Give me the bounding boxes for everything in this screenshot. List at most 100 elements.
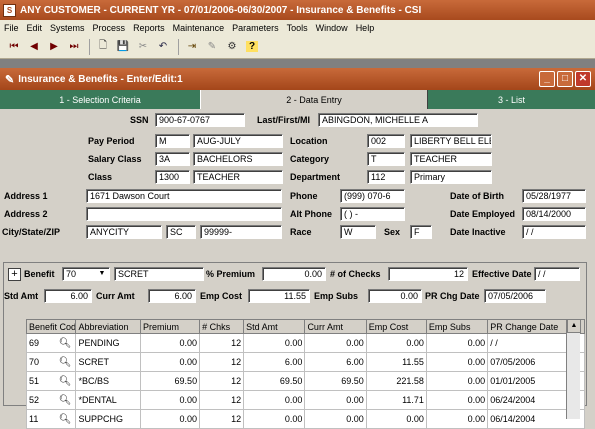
race-field[interactable]: W [340, 225, 376, 239]
menu-maintenance[interactable]: Maintenance [169, 23, 229, 33]
table-cell[interactable]: 0.00 [139, 390, 201, 410]
menu-file[interactable]: File [0, 23, 23, 33]
table-cell[interactable]: 0.00 [139, 409, 201, 429]
address1-field[interactable]: 1671 Dawson Court [86, 189, 282, 203]
emp-cost-field[interactable]: 11.55 [248, 289, 310, 303]
setup-button[interactable]: ⚙ [223, 38, 241, 56]
table-cell[interactable]: 0.00 [304, 409, 367, 429]
close-button[interactable]: ✕ [575, 71, 591, 87]
edit-button[interactable]: ✎ [203, 38, 221, 56]
curr-amt-field[interactable]: 6.00 [148, 289, 196, 303]
table-cell[interactable]: SCRET [75, 352, 141, 372]
table-cell[interactable]: 69.50 [243, 371, 306, 391]
name-field[interactable]: ABINGDON, MICHELLE A [318, 113, 478, 127]
grid-scrollbar[interactable]: ▲ [566, 319, 581, 419]
category-code-field[interactable]: T [367, 152, 405, 166]
dob-field[interactable]: 05/28/1977 [522, 189, 586, 203]
table-cell[interactable]: 11.55 [365, 352, 427, 372]
pr-chg-date-field[interactable]: 07/05/2006 [484, 289, 546, 303]
state-field[interactable]: SC [166, 225, 196, 239]
salary-class-code-field[interactable]: 3A [155, 152, 190, 166]
zip-field[interactable]: 99999- [200, 225, 282, 239]
table-row[interactable]: 51 🔍︎ *BC/BS 69.50 12 69.50 69.50 221.58 0.00 01/… [25, 371, 585, 391]
table-cell[interactable]: 70 🔍︎ [25, 352, 77, 372]
city-field[interactable]: ANYCITY [86, 225, 162, 239]
table-cell[interactable]: 0.00 [139, 352, 201, 372]
table-cell[interactable]: *DENTAL [75, 390, 141, 410]
date-inactive-field[interactable]: / / [522, 225, 586, 239]
last-record-button[interactable]: ⏭ [65, 38, 83, 56]
scroll-up-icon[interactable]: ▲ [567, 319, 581, 333]
table-cell[interactable]: 0.00 [425, 352, 489, 372]
table-cell[interactable]: 0.00 [304, 333, 367, 353]
col-emp-subs[interactable]: Emp Subs [425, 319, 489, 334]
alt-phone-field[interactable]: ( ) - [340, 207, 405, 221]
menu-tools[interactable]: Tools [283, 23, 312, 33]
table-cell[interactable]: 0.00 [139, 333, 201, 353]
address2-field[interactable] [86, 207, 282, 221]
table-cell[interactable]: 12 [199, 333, 245, 353]
table-cell[interactable]: 0.00 [243, 333, 306, 353]
table-cell[interactable]: 0.00 [425, 333, 489, 353]
table-cell[interactable]: 6.00 [304, 352, 367, 372]
search-icon[interactable]: 🔍︎ [59, 414, 72, 425]
new-button[interactable]: 🗋 [94, 38, 112, 56]
table-cell[interactable]: 69 🔍︎ [25, 333, 77, 353]
cut-button[interactable]: ✂ [134, 38, 152, 56]
pct-premium-field[interactable]: 0.00 [262, 267, 326, 281]
pay-period-code-field[interactable]: M [155, 134, 190, 148]
phone-field[interactable]: (999) 070-6 [340, 189, 405, 203]
table-cell[interactable]: 11.71 [365, 390, 427, 410]
save-button[interactable]: 💾 [114, 38, 132, 56]
effective-date-field[interactable]: / / [534, 267, 580, 281]
chevron-down-icon[interactable]: ▼ [96, 268, 108, 280]
table-cell[interactable]: PENDING [75, 333, 141, 353]
col-std-amt[interactable]: Std Amt [243, 319, 306, 334]
tab-selection-criteria[interactable]: 1 - Selection Criteria [0, 90, 200, 109]
table-cell[interactable]: 12 [199, 390, 245, 410]
menu-window[interactable]: Window [312, 23, 352, 33]
prev-record-button[interactable]: ◀ [25, 38, 43, 56]
table-row[interactable]: 69 🔍︎ PENDING 0.00 12 0.00 0.00 0.00 0.00/ / [25, 333, 585, 353]
search-icon[interactable]: 🔍︎ [59, 395, 72, 406]
department-code-field[interactable]: 112 [367, 170, 405, 184]
table-row[interactable]: 11 🔍︎ SUPPCHG 0.00 12 0.00 0.00 0.00 0.00 06/14/2… [25, 409, 585, 429]
undo-button[interactable]: ↶ [154, 38, 172, 56]
table-cell[interactable]: 51 🔍︎ [25, 371, 77, 391]
class-code-field[interactable]: 1300 [155, 170, 190, 184]
restore-button[interactable]: □ [557, 71, 573, 87]
col-curr-amt[interactable]: Curr Amt [304, 319, 367, 334]
num-checks-field[interactable]: 12 [388, 267, 468, 281]
menu-systems[interactable]: Systems [46, 23, 89, 33]
table-cell[interactable]: 221.58 [365, 371, 427, 391]
menu-edit[interactable]: Edit [23, 23, 47, 33]
search-icon[interactable]: 🔍︎ [59, 338, 72, 349]
table-cell[interactable]: 6.00 [243, 352, 306, 372]
table-cell[interactable]: 0.00 [425, 409, 489, 429]
minimize-button[interactable]: _ [539, 71, 555, 87]
col-num-checks[interactable]: # Chks [199, 319, 245, 334]
tab-data-entry[interactable]: 2 - Data Entry [200, 90, 428, 109]
table-row[interactable]: 70 🔍︎ SCRET 0.00 12 6.00 6.00 11.55 0.00 07/05/20… [25, 352, 585, 372]
search-icon[interactable]: 🔍︎ [59, 357, 72, 368]
exit-button[interactable]: ⇥ [183, 38, 201, 56]
table-cell[interactable]: 12 [199, 409, 245, 429]
ssn-field[interactable]: 900-67-0767 [155, 113, 245, 127]
add-benefit-icon[interactable]: + [8, 268, 21, 281]
table-cell[interactable]: 0.00 [243, 390, 306, 410]
table-cell[interactable]: 69.50 [304, 371, 367, 391]
menu-parameters[interactable]: Parameters [228, 23, 283, 33]
table-row[interactable]: 52 🔍︎ *DENTAL 0.00 12 0.00 0.00 11.71 0.00 06/24/… [25, 390, 585, 410]
table-cell[interactable]: 0.00 [304, 390, 367, 410]
location-code-field[interactable]: 002 [367, 134, 405, 148]
table-cell[interactable]: 69.50 [139, 371, 201, 391]
table-cell[interactable]: 0.00 [365, 409, 427, 429]
help-button[interactable]: ? [243, 38, 261, 56]
table-cell[interactable]: 52 🔍︎ [25, 390, 77, 410]
col-abbreviation[interactable]: Abbreviation [75, 319, 141, 334]
table-cell[interactable]: 0.00 [425, 390, 489, 410]
table-cell[interactable]: *BC/BS [75, 371, 141, 391]
emp-subs-field[interactable]: 0.00 [368, 289, 422, 303]
table-cell[interactable]: SUPPCHG [75, 409, 141, 429]
table-cell[interactable]: 12 [199, 352, 245, 372]
